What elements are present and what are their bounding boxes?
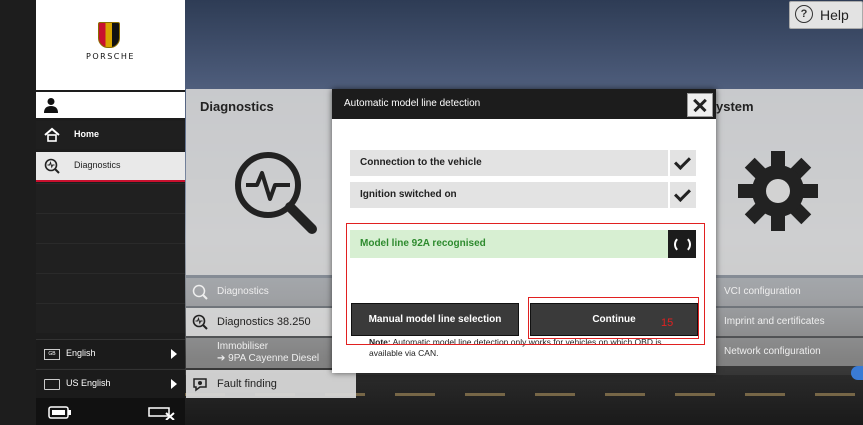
side-panel-handle[interactable] [851, 366, 863, 380]
sidebar-empty-slot [36, 183, 185, 213]
sidebar-empty-slot [36, 303, 185, 333]
check-label: Ignition switched on [360, 189, 457, 200]
panel-title: Diagnostics [200, 99, 274, 114]
sidebar-empty-slot [36, 243, 185, 273]
battery-icon [48, 406, 71, 419]
sidebar-item-label: Diagnostics [74, 160, 121, 170]
menu-item-label: Diagnostics 38.250 [217, 316, 311, 328]
vci-disconnected-icon [148, 407, 175, 420]
user-row[interactable] [36, 92, 185, 118]
sidebar-item-home[interactable]: Home [36, 121, 185, 149]
porsche-crest-icon [98, 22, 120, 48]
menu-item-label: Immobiliser [217, 341, 269, 352]
menu-item-label: Fault finding [217, 378, 277, 390]
diagnostics-magnifier-icon [235, 152, 317, 234]
sidebar-item-diagnostics[interactable]: Diagnostics [36, 152, 185, 182]
sidebar-empty-slot [36, 213, 185, 243]
menu-item-vci-configuration[interactable]: VCI configuration [712, 278, 863, 306]
menu-item-label: Network configuration [724, 346, 821, 357]
check-label-box: Connection to the vehicle [350, 150, 668, 176]
check-row-ignition: Ignition switched on [350, 182, 696, 208]
language-label: English [66, 348, 96, 358]
home-icon [44, 127, 60, 142]
brand-name: PORSCHE [86, 52, 135, 61]
dialog-title: Automatic model line detection [344, 98, 481, 109]
diagnostics-search-icon [192, 284, 208, 300]
diagnostics-search-icon [44, 158, 60, 174]
diagnostics-search-icon [192, 314, 208, 330]
settings-gear-icon [738, 151, 818, 231]
keyboard-label: US English [66, 378, 111, 388]
keyboard-selector-us-english[interactable]: US English [36, 369, 185, 398]
diagnostics-panel[interactable]: Diagnostics [186, 89, 356, 275]
help-label: Help [820, 7, 849, 23]
system-panel[interactable]: ystem [712, 89, 863, 275]
highlight-box-continue [528, 297, 699, 339]
menu-item-imprint[interactable]: Imprint and certificates [712, 308, 863, 336]
chevron-right-icon [171, 349, 177, 359]
menu-item-network-configuration[interactable]: Network configuration [712, 338, 863, 366]
menu-item-diagnostics[interactable]: Diagnostics [186, 278, 356, 306]
sidebar: PORSCHE Home Diagnostics GB English US E… [0, 0, 185, 425]
menu-item-label: Imprint and certificates [724, 316, 825, 327]
sidebar-item-label: Home [74, 129, 100, 139]
check-label: Connection to the vehicle [360, 157, 482, 168]
menu-item-sublabel: ➔ 9PA Cayenne Diesel [217, 353, 320, 364]
help-icon: ? [795, 5, 813, 23]
chevron-right-icon [171, 379, 177, 389]
user-icon [44, 98, 58, 113]
menu-item-label: Diagnostics [217, 286, 269, 297]
menu-item-immobiliser[interactable]: Immobiliser ➔ 9PA Cayenne Diesel [186, 338, 356, 368]
close-button[interactable] [687, 93, 713, 117]
check-label-box: Ignition switched on [350, 182, 668, 208]
keyboard-icon [44, 379, 60, 390]
menu-item-fault-finding[interactable]: Fault finding [186, 370, 356, 398]
checkmark-icon [670, 150, 696, 176]
check-row-connection: Connection to the vehicle [350, 150, 696, 176]
menu-item-label: VCI configuration [724, 286, 801, 297]
checkmark-icon [670, 182, 696, 208]
gb-flag-icon: GB [44, 349, 60, 360]
sidebar-empty-slot [36, 273, 185, 303]
status-bar [36, 398, 185, 425]
language-selector-english[interactable]: GB English [36, 339, 185, 368]
step-annotation: 15 [661, 317, 674, 329]
menu-item-diagnostics-version[interactable]: Diagnostics 38.250 [186, 308, 356, 336]
dialog-header: Automatic model line detection [332, 89, 716, 119]
fault-finding-icon [193, 378, 207, 392]
brand-logo-box: PORSCHE [36, 0, 185, 90]
panel-title: ystem [716, 99, 754, 114]
help-button[interactable]: ? Help [789, 1, 863, 29]
